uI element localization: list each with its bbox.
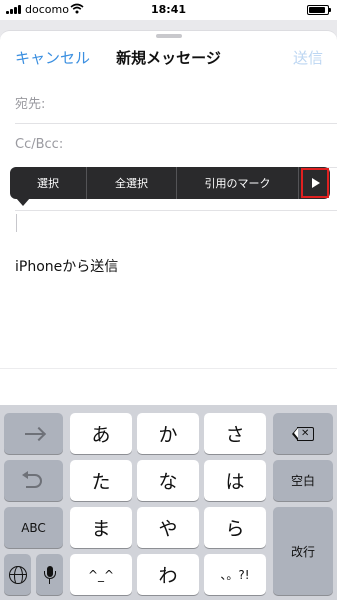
arrow-right-icon (24, 432, 43, 435)
subject-divider (15, 210, 337, 211)
key-ma[interactable]: ま (70, 507, 132, 548)
message-body[interactable]: iPhoneから送信 (15, 256, 118, 276)
undo-icon (21, 470, 42, 488)
menu-more-button[interactable] (299, 167, 330, 199)
delete-icon: ✕ (292, 426, 314, 441)
return-key[interactable]: 改行 (273, 507, 333, 595)
cc-bcc-field[interactable]: Cc/Bcc: (15, 124, 337, 168)
key-a[interactable]: あ (70, 413, 132, 454)
cc-bcc-label: Cc/Bcc: (15, 137, 64, 152)
key-punctuation[interactable]: 、。?! (204, 554, 266, 595)
status-time: 18:41 (150, 3, 186, 16)
key-ka[interactable]: か (137, 413, 199, 454)
key-wa[interactable]: わ (137, 554, 199, 595)
microphone-icon (43, 565, 56, 584)
key-ha[interactable]: は (204, 460, 266, 501)
delete-key[interactable]: ✕ (273, 413, 333, 454)
key-ra[interactable]: ら (204, 507, 266, 548)
key-emoticon[interactable]: ^_^ (70, 554, 132, 595)
to-label: 宛先: (15, 97, 46, 112)
play-triangle-icon (312, 178, 320, 188)
globe-icon (8, 565, 27, 584)
menu-item-select-all[interactable]: 全選択 (87, 167, 177, 199)
edit-menu: 選択 全選択 引用のマーク (10, 167, 330, 199)
battery-fill (309, 7, 326, 13)
globe-key[interactable] (4, 554, 31, 595)
space-key[interactable]: 空白 (273, 460, 333, 501)
send-button[interactable]: 送信 (293, 47, 323, 68)
edit-menu-pointer (16, 198, 30, 206)
menu-item-select[interactable]: 選択 (10, 167, 87, 199)
text-caret (16, 214, 17, 232)
battery-icon (307, 5, 331, 15)
status-bar: docomo 18:41 (0, 0, 337, 20)
content-divider (0, 368, 337, 369)
key-sa[interactable]: さ (204, 413, 266, 454)
arrow-right-key[interactable] (4, 413, 63, 454)
to-field[interactable]: 宛先: (15, 80, 337, 124)
abc-key[interactable]: ABC (4, 507, 63, 548)
sheet-grabber[interactable] (156, 34, 182, 38)
page-title: 新規メッセージ (116, 49, 221, 67)
key-ya[interactable]: や (137, 507, 199, 548)
compose-nav-bar: キャンセル 新規メッセージ 送信 (0, 40, 337, 74)
key-ta[interactable]: た (70, 460, 132, 501)
microphone-key[interactable] (36, 554, 63, 595)
undo-key[interactable] (4, 460, 63, 501)
menu-item-quote-level[interactable]: 引用のマーク (177, 167, 299, 199)
highlight-box (301, 168, 329, 198)
key-na[interactable]: な (137, 460, 199, 501)
keyboard: あ か さ ✕ た な は 空白 ABC ま や ら 改行 ^_^ わ 、。?! (0, 405, 337, 600)
